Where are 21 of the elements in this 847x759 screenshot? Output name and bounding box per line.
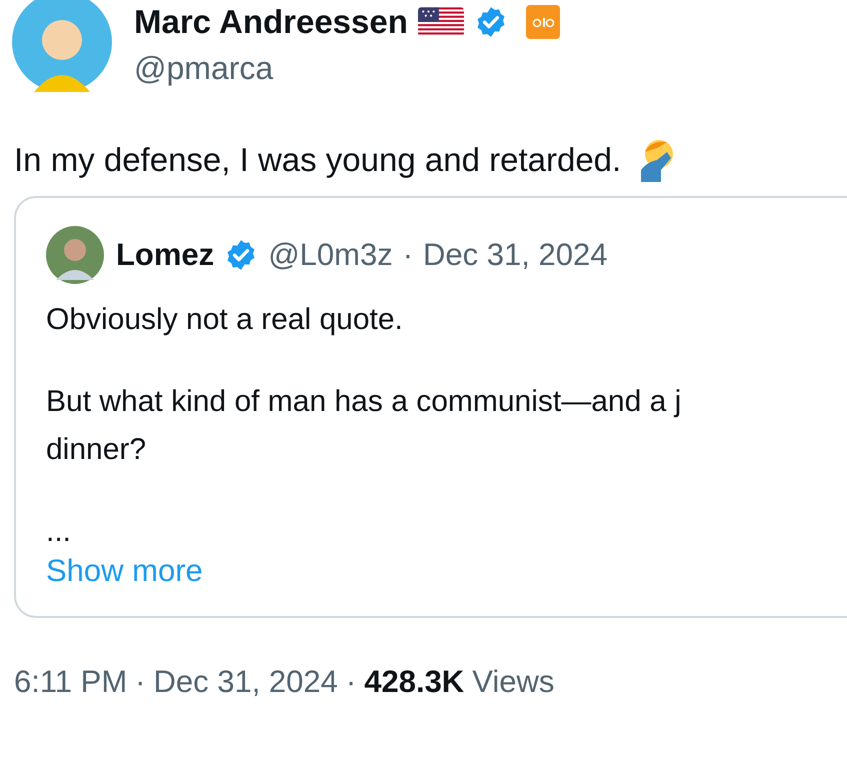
quoted-tweet-card[interactable]: Lomez @L0m3z · Dec 31, 2024 Obviously not a real quote. But what kind of man has a communist—and a j dinner? ... Show more	[14, 196, 847, 618]
quoted-tweet-date[interactable]: Dec 31, 2024	[423, 235, 608, 275]
quoted-author-name[interactable]: Lomez	[116, 235, 214, 275]
affiliate-logo-icon[interactable]	[526, 5, 560, 39]
views-label: Views	[472, 663, 554, 701]
tweet-date[interactable]: Dec 31, 2024	[153, 662, 338, 702]
separator-dot: ·	[346, 663, 356, 701]
tweet-text: In my defense, I was young and retarded.	[14, 140, 622, 180]
separator-dot: ·	[135, 663, 146, 701]
author-name[interactable]: Marc Andreessen	[134, 2, 408, 42]
avatar[interactable]	[12, 0, 112, 92]
tweet-time[interactable]: 6:11 PM	[14, 662, 128, 702]
avatar[interactable]	[46, 226, 104, 284]
quoted-author-handle[interactable]: @L0m3z	[268, 235, 393, 275]
separator-dot: ·	[402, 236, 414, 274]
quoted-tweet-paragraph: ...	[46, 514, 72, 550]
views-count: 428.3K	[364, 663, 464, 701]
us-flag-icon	[418, 7, 464, 37]
author-handle[interactable]: @pmarca	[134, 48, 560, 88]
quoted-tweet-paragraph: But what kind of man has a communist—and a j dinner?	[46, 384, 682, 468]
quoted-tweet-paragraph: Obviously not a real quote.	[46, 302, 404, 338]
